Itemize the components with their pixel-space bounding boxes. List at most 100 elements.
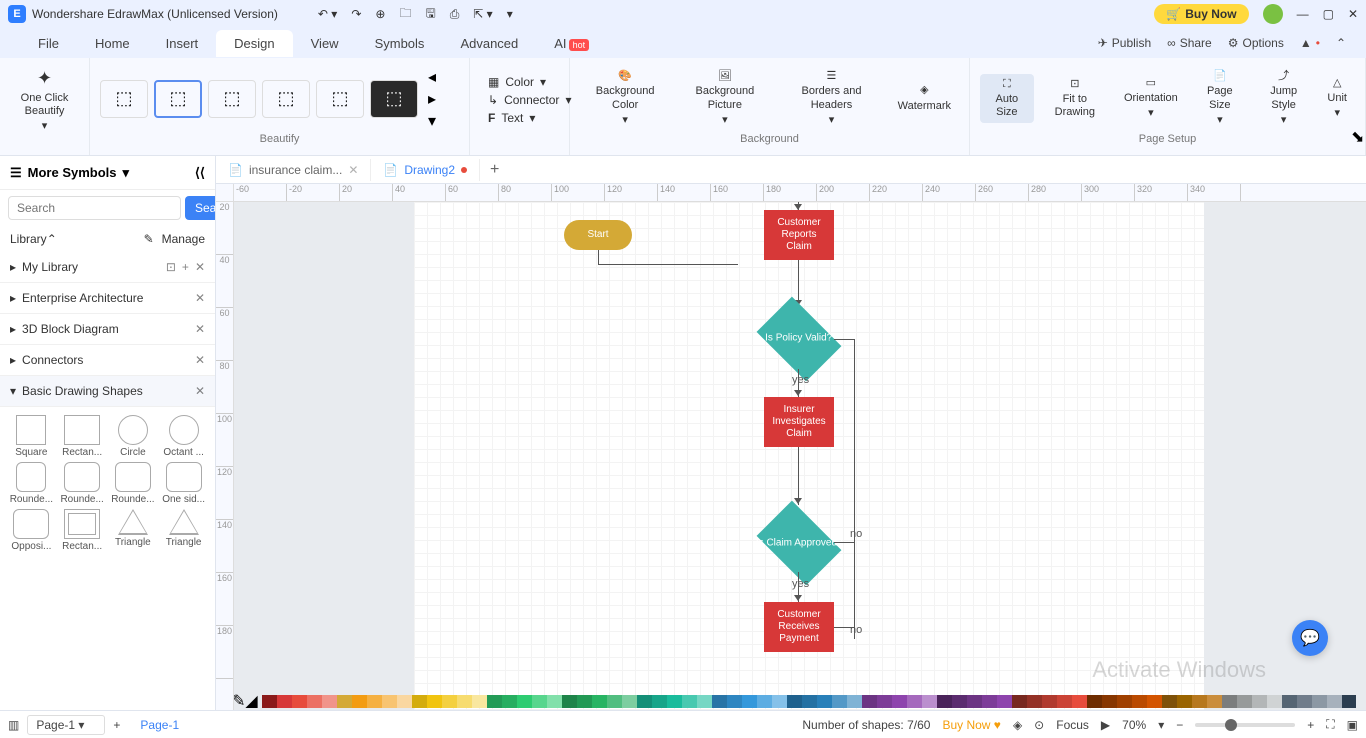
color-swatch[interactable] — [967, 695, 982, 708]
color-swatch[interactable] — [442, 695, 457, 708]
color-swatch[interactable] — [427, 695, 442, 708]
color-swatch[interactable] — [832, 695, 847, 708]
bg-picture-button[interactable]: 🖼Background Picture ▾ — [676, 66, 773, 131]
shape-rect-outline[interactable]: Rectan... — [59, 509, 106, 552]
color-swatch[interactable] — [667, 695, 682, 708]
document-tab-2[interactable]: 📄 Drawing2 — [371, 159, 480, 181]
focus-label[interactable]: Focus — [1056, 718, 1089, 732]
fit-drawing-button[interactable]: ⊡Fit to Drawing — [1040, 74, 1110, 124]
color-swatch[interactable] — [1147, 695, 1162, 708]
color-swatch[interactable] — [997, 695, 1012, 708]
user-avatar[interactable] — [1263, 4, 1283, 24]
color-swatch[interactable] — [1312, 695, 1327, 708]
shape-square[interactable]: Square — [8, 415, 55, 458]
flowchart-process-1[interactable]: Customer Reports Claim — [764, 210, 834, 260]
canvas-page[interactable]: Start Customer Reports Claim Is Policy V… — [414, 202, 1204, 710]
shape-rounded3[interactable]: Rounde... — [110, 462, 157, 505]
notification-icon[interactable]: ▲• — [1300, 36, 1320, 50]
theme-next-icon[interactable]: ▸ — [428, 89, 436, 109]
theme-prev-icon[interactable]: ◂ — [428, 67, 436, 87]
color-swatch[interactable] — [262, 695, 277, 708]
theme-5[interactable]: ⬚ — [316, 80, 364, 118]
text-dropdown[interactable]: F Text ▾ — [488, 111, 551, 125]
more-symbols-label[interactable]: More Symbols — [28, 165, 117, 180]
section-3d-block[interactable]: ▸ 3D Block Diagram ✕ — [0, 314, 215, 345]
color-swatch[interactable] — [1102, 695, 1117, 708]
section-basic-shapes[interactable]: ▾ Basic Drawing Shapes ✕ — [0, 376, 215, 407]
menu-view[interactable]: View — [293, 30, 357, 57]
color-swatch[interactable] — [697, 695, 712, 708]
play-icon[interactable]: ▶ — [1101, 718, 1110, 732]
remove-icon[interactable]: ✕ — [195, 322, 205, 336]
color-swatch[interactable] — [1282, 695, 1297, 708]
fullscreen-icon[interactable]: ▣ — [1347, 718, 1358, 732]
color-swatch[interactable] — [817, 695, 832, 708]
color-swatch[interactable] — [577, 695, 592, 708]
shape-rounded1[interactable]: Rounde... — [8, 462, 55, 505]
color-swatch[interactable] — [1192, 695, 1207, 708]
collapse-panel-icon[interactable]: ⟨⟨ — [195, 165, 205, 181]
color-swatch[interactable] — [637, 695, 652, 708]
color-swatch[interactable] — [412, 695, 427, 708]
borders-button[interactable]: ☰Borders and Headers ▾ — [779, 66, 883, 131]
color-swatch[interactable] — [1162, 695, 1177, 708]
color-swatch[interactable] — [1177, 695, 1192, 708]
shape-triangle2[interactable]: Triangle — [160, 509, 207, 552]
remove-icon[interactable]: ✕ — [195, 260, 205, 274]
color-swatch[interactable] — [742, 695, 757, 708]
shape-octant[interactable]: Octant ... — [160, 415, 207, 458]
unit-button[interactable]: △Unit ▾ — [1319, 73, 1355, 125]
canvas-viewport[interactable]: Start Customer Reports Claim Is Policy V… — [234, 202, 1366, 710]
color-swatch[interactable] — [862, 695, 877, 708]
color-swatch[interactable] — [892, 695, 907, 708]
color-swatch[interactable] — [322, 695, 337, 708]
bg-color-button[interactable]: 🎨Background Color ▾ — [580, 66, 670, 131]
pages-icon[interactable]: ▥ — [8, 718, 19, 732]
color-swatch[interactable] — [352, 695, 367, 708]
color-swatch[interactable] — [1237, 695, 1252, 708]
section-enterprise[interactable]: ▸ Enterprise Architecture ✕ — [0, 283, 215, 314]
color-swatch[interactable] — [382, 695, 397, 708]
color-swatch[interactable] — [592, 695, 607, 708]
color-swatch[interactable] — [802, 695, 817, 708]
share-button[interactable]: ∞ Share — [1167, 36, 1212, 50]
maximize-icon[interactable]: ▢ — [1323, 7, 1334, 21]
color-swatch[interactable] — [307, 695, 322, 708]
theme-6[interactable]: ⬚ — [370, 80, 418, 118]
color-swatch[interactable] — [367, 695, 382, 708]
color-swatch[interactable] — [1222, 695, 1237, 708]
shape-oneside[interactable]: One sid... — [160, 462, 207, 505]
one-click-beautify-button[interactable]: ✦ One Click Beautify ▾ — [13, 64, 77, 137]
section-my-library[interactable]: ▸ My Library ⊡+✕ — [0, 252, 215, 283]
jump-style-button[interactable]: ⤴Jump Style ▾ — [1254, 66, 1314, 131]
remove-icon[interactable]: ✕ — [195, 384, 205, 398]
shape-rectangle[interactable]: Rectan... — [59, 415, 106, 458]
search-input[interactable] — [8, 196, 181, 220]
theme-more-icon[interactable]: ▾ — [428, 111, 436, 131]
flowchart-decision-1[interactable]: Is Policy Valid? — [757, 297, 842, 382]
zoom-in-icon[interactable]: + — [1307, 718, 1314, 732]
remove-icon[interactable]: ✕ — [195, 291, 205, 305]
color-swatch[interactable] — [337, 695, 352, 708]
watermark-button[interactable]: ◈Watermark — [890, 80, 959, 116]
flowchart-start[interactable]: Start — [564, 220, 632, 250]
menu-insert[interactable]: Insert — [148, 30, 217, 57]
flowchart-decision-2[interactable]: Is Claim Approved? — [757, 501, 842, 586]
color-swatch[interactable] — [787, 695, 802, 708]
color-swatch[interactable] — [652, 695, 667, 708]
color-swatch[interactable] — [907, 695, 922, 708]
zoom-slider[interactable] — [1195, 723, 1295, 727]
shape-triangle1[interactable]: Triangle — [110, 509, 157, 552]
menu-design[interactable]: Design — [216, 30, 292, 57]
theme-4[interactable]: ⬚ — [262, 80, 310, 118]
page-tab-1[interactable]: Page-1 — [130, 718, 189, 732]
color-dropdown[interactable]: ▦ Color ▾ — [488, 75, 551, 89]
color-swatch[interactable] — [397, 695, 412, 708]
color-swatch[interactable] — [1297, 695, 1312, 708]
manage-library-label[interactable]: Manage — [162, 232, 205, 246]
color-swatch[interactable] — [1252, 695, 1267, 708]
theme-2[interactable]: ⬚ — [154, 80, 202, 118]
save-icon[interactable]: 🖫 — [425, 4, 435, 25]
document-tab-1[interactable]: 📄 insurance claim... ✕ — [216, 159, 371, 181]
color-swatch[interactable] — [1027, 695, 1042, 708]
